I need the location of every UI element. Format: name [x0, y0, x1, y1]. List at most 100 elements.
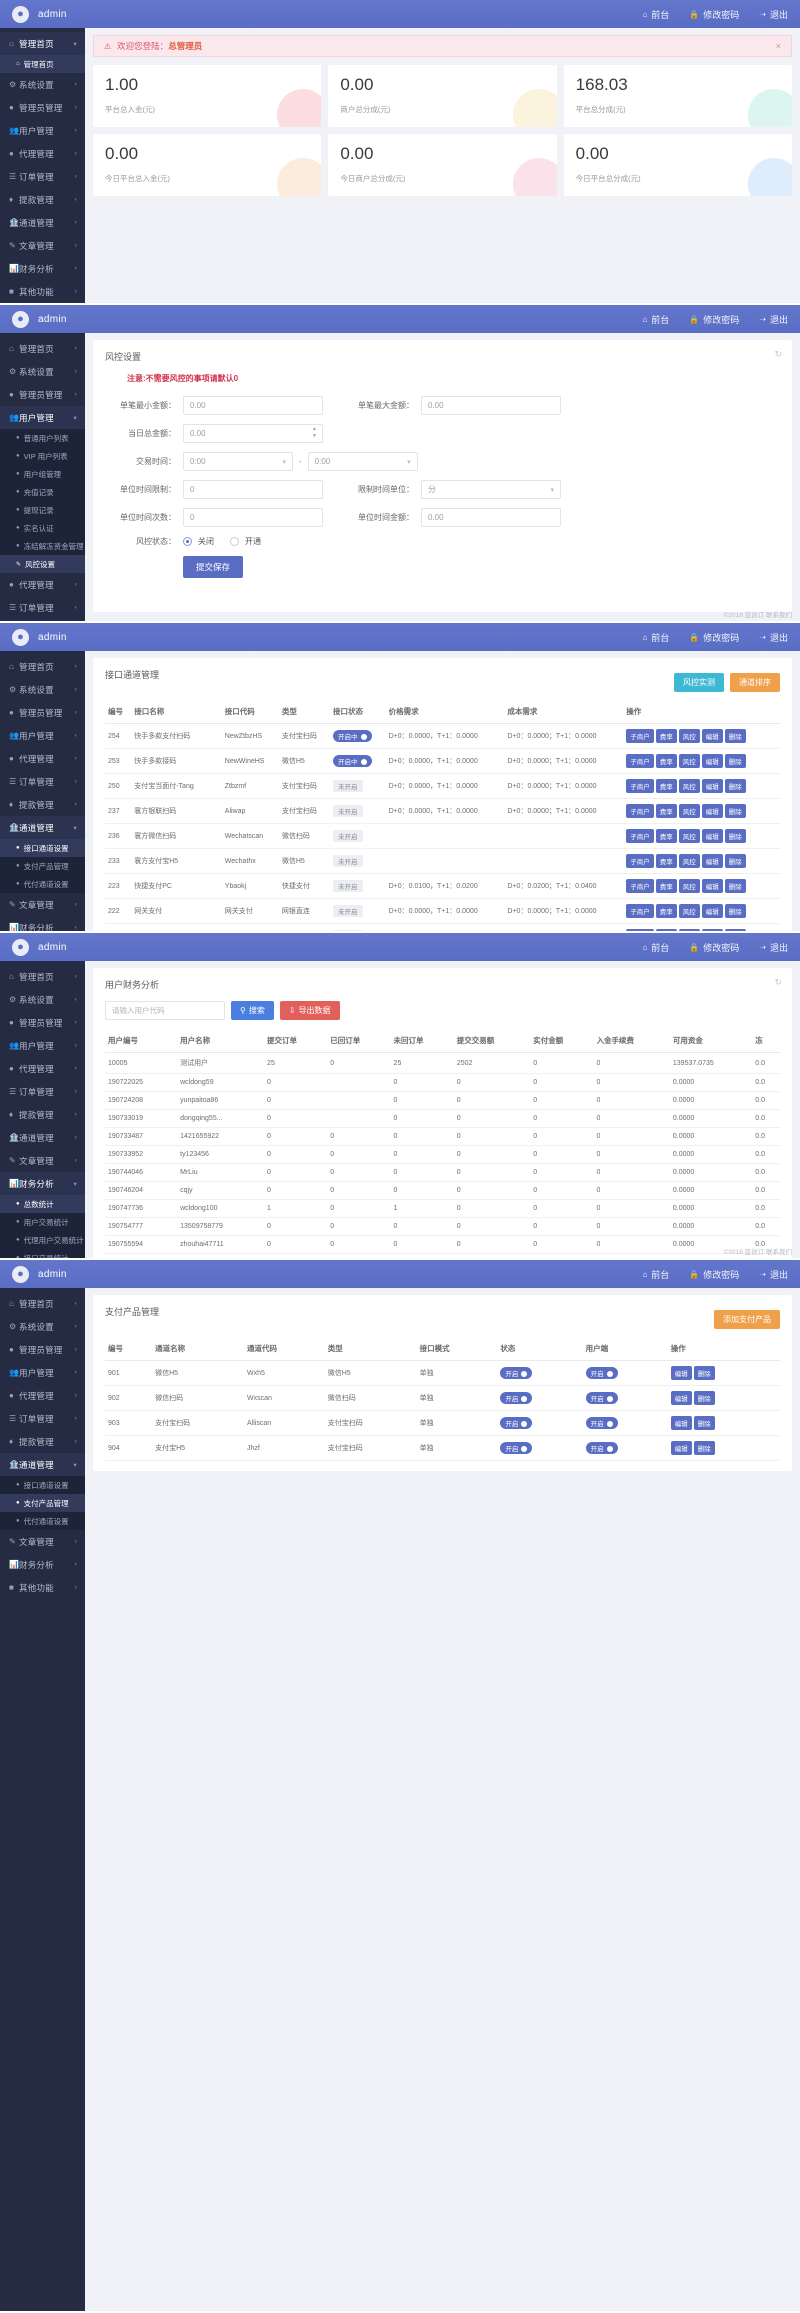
sidebar-item-agent[interactable]: ● 代理管理 ‹ — [0, 747, 85, 770]
sidebar-item-channel[interactable]: 🏦 通道管理 ▾ — [0, 1453, 85, 1476]
op-编辑[interactable]: 编辑 — [701, 729, 723, 743]
sidebar-subitem-payout-channel[interactable]: ● 代付通道设置 — [0, 875, 85, 893]
sidebar-item-withdraw[interactable]: ♦提款管理‹ — [0, 793, 85, 816]
sidebar-item-home[interactable]: ⌂ 管理首页 ‹ — [0, 655, 85, 678]
trade-time-start-select[interactable]: 0:00 ▾ — [183, 452, 293, 471]
sidebar-subitem-channel-settings[interactable]: ● 接口通道设置 — [0, 839, 85, 857]
sidebar-item-order[interactable]: ☰ 订单管理 ‹ — [0, 1080, 85, 1103]
op-删除[interactable]: 删除 — [724, 779, 746, 793]
topbar-link-logout[interactable]: ➝ 退出 — [759, 313, 788, 326]
op-编辑[interactable]: 编辑 — [701, 904, 723, 918]
add-product-button[interactable]: 添加支付产品 — [714, 1310, 780, 1329]
op-编辑[interactable]: 编辑 — [701, 854, 723, 868]
op-编辑[interactable]: 编辑 — [701, 829, 723, 843]
sidebar-item-order[interactable]: ☰ 订单管理 ‹ — [0, 1407, 85, 1430]
sidebar-item-article[interactable]: ✎ 文章管理 ‹ — [0, 1530, 85, 1553]
sidebar-subitem-finance-0[interactable]: ● 总数统计 — [0, 1195, 85, 1213]
sidebar-item-admin[interactable]: ● 管理员管理 ‹ — [0, 1011, 85, 1034]
sidebar-subitem-home[interactable]: ⌂ 管理首页 — [0, 55, 85, 73]
sidebar-item-other[interactable]: ■ 其他功能 ‹ — [0, 280, 85, 303]
toggle-switch[interactable]: 开启 — [585, 1417, 618, 1429]
sidebar-item-user[interactable]: 👥 用户管理 ‹ — [0, 1361, 85, 1384]
op-删除[interactable]: 删除 — [724, 879, 746, 893]
sidebar-item-agent[interactable]: ● 代理管理 ‹ — [0, 573, 85, 596]
max-amount-input[interactable]: 0.00 — [421, 396, 561, 415]
sidebar-item-finance[interactable]: 📊 财务分析 ‹ — [0, 257, 85, 280]
op-风控[interactable]: 风控 — [678, 829, 700, 843]
op-子商户[interactable]: 子商户 — [626, 754, 654, 768]
toggle-switch[interactable]: 开启 — [500, 1367, 533, 1379]
sidebar-item-system[interactable]: ⚙ 系统设置 ‹ — [0, 678, 85, 701]
sidebar-item-agent[interactable]: ● 代理管理 ‹ — [0, 1057, 85, 1080]
sidebar-item-user[interactable]: 👥 用户管理 ▾ — [0, 406, 85, 429]
sidebar-item-home[interactable]: ⌂ 管理首页 ▾ — [0, 32, 85, 55]
sidebar-subitem-recharge-records[interactable]: ● 充值记录 — [0, 483, 85, 501]
op-费率[interactable]: 费率 — [655, 854, 677, 868]
op-删除[interactable]: 删除 — [724, 729, 746, 743]
topbar-link-frontend[interactable]: ⌂ 前台 — [642, 8, 669, 21]
sidebar-subitem-channel-settings[interactable]: ● 接口通道设置 — [0, 1476, 85, 1494]
sidebar-item-finance[interactable]: 📊 财务分析 ‹ — [0, 916, 85, 932]
sidebar-item-other[interactable]: ■ 其他功能 ‹ — [0, 1576, 85, 1599]
sidebar-subitem-realname[interactable]: ● 实名认证 — [0, 519, 85, 537]
submit-save-button[interactable]: 提交保存 — [183, 556, 244, 578]
sidebar-item-admin[interactable]: ● 管理员管理 ‹ — [0, 1338, 85, 1361]
min-amount-input[interactable]: 0.00 — [183, 396, 323, 415]
toggle-switch[interactable]: 开启 — [500, 1392, 533, 1404]
sidebar-item-admin[interactable]: ● 管理员管理 ‹ — [0, 383, 85, 406]
sidebar-item-home[interactable]: ⌂ 管理首页 ‹ — [0, 1292, 85, 1315]
sidebar-subitem-finance-1[interactable]: ● 用户交易统计 — [0, 1213, 85, 1231]
op-编辑[interactable]: 编辑 — [670, 1391, 692, 1405]
op-风控[interactable]: 风控 — [678, 879, 700, 893]
topbar-link-logout[interactable]: ➝ 退出 — [759, 941, 788, 954]
toggle-switch[interactable]: 开启 — [585, 1367, 618, 1379]
op-删除[interactable]: 删除 — [693, 1366, 715, 1380]
sidebar-subitem-vip-users[interactable]: ● VIP 用户列表 — [0, 447, 85, 465]
sidebar-item-user[interactable]: 👥 用户管理 ‹ — [0, 724, 85, 747]
search-button[interactable]: ⚲ 搜索 — [231, 1001, 274, 1020]
toggle-switch[interactable]: 开启 — [500, 1442, 533, 1454]
time-unit-select[interactable]: 分 ▾ — [421, 480, 561, 499]
sidebar-item-withdraw[interactable]: ♦提款管理‹ — [0, 188, 85, 211]
sidebar-subitem-normal-users[interactable]: ● 普通用户列表 — [0, 429, 85, 447]
unit-count-input[interactable]: 0 — [183, 508, 323, 527]
op-删除[interactable]: 删除 — [724, 904, 746, 918]
op-费率[interactable]: 费率 — [655, 829, 677, 843]
op-费率[interactable]: 费率 — [655, 904, 677, 918]
sidebar-item-finance[interactable]: 📊 财务分析 ‹ — [0, 1553, 85, 1576]
op-编辑[interactable]: 编辑 — [670, 1366, 692, 1380]
export-button[interactable]: ⇩ 导出数据 — [279, 1001, 340, 1020]
op-编辑[interactable]: 编辑 — [670, 1416, 692, 1430]
op-风控[interactable]: 风控 — [678, 854, 700, 868]
sidebar-subitem-finance-3[interactable]: ● 接口交易统计 — [0, 1249, 85, 1259]
sidebar-subitem-withdraw-records[interactable]: ● 提现记录 — [0, 501, 85, 519]
sidebar-item-home[interactable]: ⌂ 管理首页 ‹ — [0, 337, 85, 360]
topbar-link-logout[interactable]: ➝ 退出 — [759, 8, 788, 21]
op-子商户[interactable]: 子商户 — [626, 779, 654, 793]
op-费率[interactable]: 费率 — [655, 879, 677, 893]
sidebar-item-user[interactable]: 👥 用户管理 ‹ — [0, 119, 85, 142]
toggle-switch[interactable]: 开启 — [500, 1417, 533, 1429]
topbar-link-logout[interactable]: ➝ 退出 — [759, 631, 788, 644]
op-费率[interactable]: 费率 — [655, 779, 677, 793]
topbar-link-change-password[interactable]: 🔒 修改密码 — [689, 631, 739, 644]
topbar-link-frontend[interactable]: ⌂ 前台 — [642, 631, 669, 644]
radio-status-on[interactable] — [230, 537, 239, 546]
op-费率[interactable]: 费率 — [655, 804, 677, 818]
status-badge[interactable]: 开启中 — [333, 755, 372, 767]
op-风控[interactable]: 风控 — [678, 779, 700, 793]
sidebar-subitem-product-management[interactable]: ● 支付产品管理 — [0, 857, 85, 875]
op-风控[interactable]: 风控 — [678, 904, 700, 918]
sidebar-item-order[interactable]: ☰ 订单管理 ‹ — [0, 770, 85, 793]
op-子商户[interactable]: 子商户 — [626, 829, 654, 843]
status-badge[interactable]: 未开启 — [333, 805, 363, 817]
status-badge[interactable]: 未开启 — [333, 855, 363, 867]
sidebar-item-finance[interactable]: 📊 财务分析 ▾ — [0, 1172, 85, 1195]
sidebar-item-channel[interactable]: 🏦 通道管理 ▾ — [0, 816, 85, 839]
sidebar-item-user[interactable]: 👥 用户管理 ‹ — [0, 1034, 85, 1057]
topbar-link-change-password[interactable]: 🔒 修改密码 — [689, 1268, 739, 1281]
sidebar-item-withdraw[interactable]: ♦提款管理‹ — [0, 1430, 85, 1453]
op-删除[interactable]: 删除 — [724, 804, 746, 818]
op-编辑[interactable]: 编辑 — [701, 754, 723, 768]
sidebar-item-system[interactable]: ⚙ 系统设置 ‹ — [0, 73, 85, 96]
